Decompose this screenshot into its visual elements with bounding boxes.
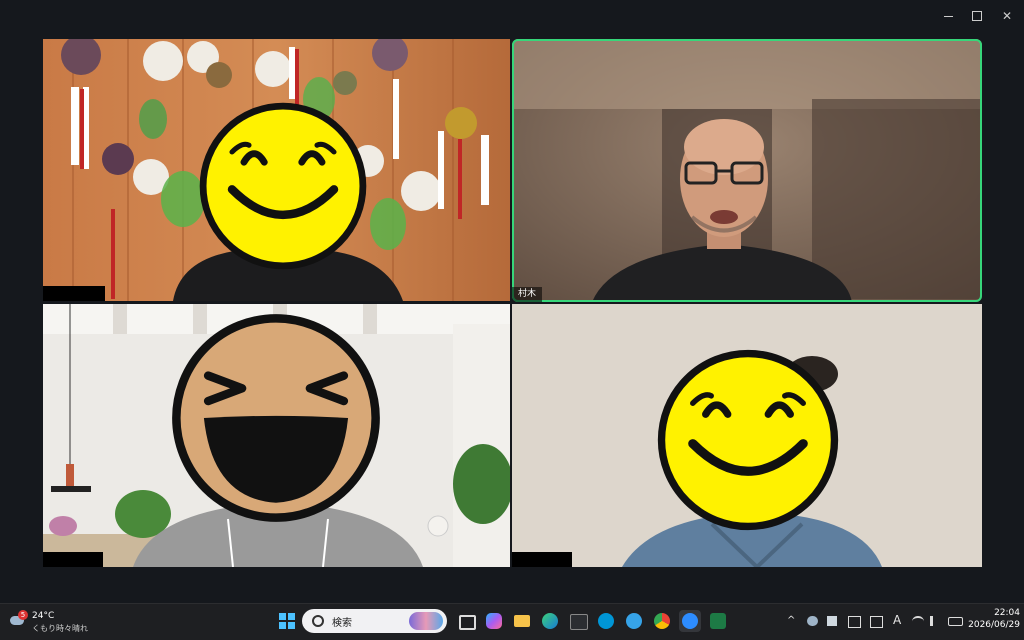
participant-name-3 bbox=[43, 552, 103, 567]
chrome-button[interactable] bbox=[651, 610, 673, 632]
file-explorer-icon bbox=[514, 615, 530, 627]
store-button[interactable] bbox=[567, 610, 589, 632]
smiley-face-icon bbox=[657, 349, 839, 531]
minimize-button[interactable] bbox=[938, 7, 958, 25]
volume-icon[interactable] bbox=[930, 616, 943, 626]
excel-button[interactable] bbox=[707, 610, 729, 632]
close-button[interactable]: ✕ bbox=[997, 7, 1017, 25]
search-highlight-icon bbox=[409, 612, 443, 630]
participant-name-1 bbox=[43, 286, 105, 301]
participant-name-2: 村木 bbox=[512, 287, 543, 302]
clock[interactable]: 22:04 2026/06/29 bbox=[968, 608, 1020, 630]
chrome-icon bbox=[654, 613, 670, 629]
minimize-icon bbox=[943, 15, 953, 17]
dropbox-icon[interactable] bbox=[827, 616, 837, 626]
edge-icon bbox=[542, 613, 558, 629]
wifi-icon[interactable] bbox=[912, 616, 924, 627]
excel-icon bbox=[710, 613, 726, 629]
zoom-icon bbox=[682, 613, 698, 629]
smiley-face-icon bbox=[199, 102, 367, 270]
copilot-icon bbox=[486, 613, 502, 629]
close-icon: ✕ bbox=[1001, 9, 1013, 23]
search-icon bbox=[312, 615, 324, 627]
edge-button[interactable] bbox=[539, 610, 561, 632]
participant-tile-2[interactable]: 村木 bbox=[512, 39, 982, 302]
laughing-face-icon bbox=[172, 314, 380, 522]
store-icon bbox=[570, 614, 588, 630]
task-view-icon bbox=[459, 615, 476, 630]
display-icon[interactable] bbox=[870, 616, 883, 628]
restore-icon bbox=[972, 11, 982, 21]
hp-button[interactable] bbox=[595, 610, 617, 632]
copilot-button[interactable] bbox=[483, 610, 505, 632]
participant-tile-1[interactable] bbox=[43, 39, 510, 301]
search-placeholder: 検索 bbox=[332, 617, 352, 629]
start-button[interactable] bbox=[276, 610, 298, 632]
chevron-up-icon[interactable]: ^ bbox=[787, 615, 795, 626]
participant-tile-4[interactable] bbox=[512, 304, 982, 567]
weather-temp: 24°C bbox=[32, 611, 55, 621]
participant-tile-3[interactable] bbox=[43, 304, 510, 567]
windows-taskbar: 5 24°C くもり時々晴れ 検索 ^ A 22:04 2026/06/29 bbox=[0, 603, 1024, 640]
app-button-1[interactable] bbox=[623, 610, 645, 632]
clock-time: 22:04 bbox=[994, 608, 1020, 618]
weather-widget[interactable]: 5 24°C くもり時々晴れ bbox=[8, 608, 98, 636]
windows-start-icon bbox=[279, 613, 295, 629]
weather-badge: 5 bbox=[18, 610, 28, 620]
ime-indicator[interactable]: A bbox=[893, 613, 901, 627]
onedrive-icon[interactable] bbox=[807, 616, 818, 626]
network-tool-icon[interactable] bbox=[848, 616, 861, 628]
restore-button[interactable] bbox=[967, 7, 987, 25]
zoom-button[interactable] bbox=[679, 610, 701, 632]
battery-icon[interactable] bbox=[948, 617, 963, 626]
taskbar-search-box[interactable]: 検索 bbox=[302, 609, 447, 633]
clock-date: 2026/06/29 bbox=[968, 620, 1020, 630]
participant-name-4 bbox=[512, 552, 572, 567]
file-explorer-button[interactable] bbox=[511, 610, 533, 632]
hp-icon bbox=[598, 613, 614, 629]
qq-icon bbox=[626, 613, 642, 629]
task-view-button[interactable] bbox=[455, 610, 477, 632]
weather-description: くもり時々晴れ bbox=[32, 624, 88, 633]
video-feed-2 bbox=[512, 39, 982, 302]
